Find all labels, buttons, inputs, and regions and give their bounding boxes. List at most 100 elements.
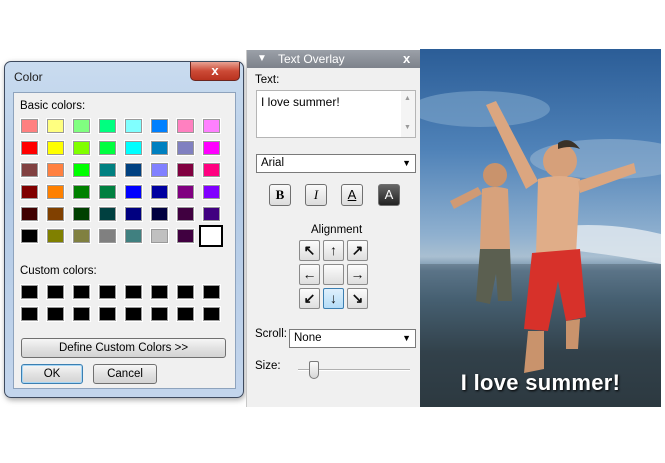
ok-button[interactable]: OK bbox=[21, 364, 83, 384]
custom-color-swatch-0-0[interactable] bbox=[20, 284, 39, 300]
basic-color-swatch-5-3[interactable] bbox=[98, 228, 117, 244]
scroll-select-value: None bbox=[294, 332, 322, 344]
align-bottom-right-button[interactable]: ↘ bbox=[347, 288, 368, 309]
align-middle-center-button[interactable] bbox=[323, 264, 344, 285]
basic-color-swatch-3-2[interactable] bbox=[72, 184, 91, 200]
custom-color-swatch-0-3[interactable] bbox=[98, 284, 117, 300]
basic-color-swatch-4-5[interactable] bbox=[150, 206, 169, 222]
basic-color-swatch-3-7[interactable] bbox=[202, 184, 221, 200]
custom-color-swatch-0-2[interactable] bbox=[72, 284, 91, 300]
basic-color-swatch-3-0[interactable] bbox=[20, 184, 39, 200]
basic-color-swatch-4-2[interactable] bbox=[72, 206, 91, 222]
basic-color-swatch-2-1[interactable] bbox=[46, 162, 65, 178]
bold-button[interactable]: B bbox=[269, 184, 291, 206]
font-select[interactable]: Arial ▼ bbox=[256, 154, 416, 173]
align-top-center-button[interactable]: ↑ bbox=[323, 240, 344, 261]
basic-color-swatch-2-4[interactable] bbox=[124, 162, 143, 178]
basic-color-swatch-0-2[interactable] bbox=[72, 118, 91, 134]
text-color-button[interactable]: A bbox=[341, 184, 363, 206]
basic-color-swatch-0-7[interactable] bbox=[202, 118, 221, 134]
basic-color-swatch-5-1[interactable] bbox=[46, 228, 65, 244]
custom-color-swatch-0-1[interactable] bbox=[46, 284, 65, 300]
basic-color-swatch-0-4[interactable] bbox=[124, 118, 143, 134]
text-overlay-panel: ▼ Text Overlay x Text: I love summer! ▲ … bbox=[246, 50, 421, 407]
chevron-down-icon: ▼ bbox=[402, 158, 411, 168]
basic-color-swatch-1-5[interactable] bbox=[150, 140, 169, 156]
scroll-down-icon[interactable]: ▼ bbox=[404, 124, 411, 131]
basic-color-swatch-5-6[interactable] bbox=[176, 228, 195, 244]
basic-color-swatch-5-2[interactable] bbox=[72, 228, 91, 244]
define-custom-colors-button[interactable]: Define Custom Colors >> bbox=[21, 338, 226, 358]
basic-color-swatch-3-3[interactable] bbox=[98, 184, 117, 200]
custom-color-swatch-1-2[interactable] bbox=[72, 306, 91, 322]
basic-color-swatch-5-7[interactable] bbox=[199, 225, 223, 247]
custom-color-swatch-1-3[interactable] bbox=[98, 306, 117, 322]
basic-color-swatch-0-3[interactable] bbox=[98, 118, 117, 134]
font-select-value: Arial bbox=[261, 157, 285, 169]
color-dialog: Color x Basic colors: Custom colors: Def… bbox=[4, 61, 244, 398]
custom-color-swatch-0-4[interactable] bbox=[124, 284, 143, 300]
custom-color-swatch-0-5[interactable] bbox=[150, 284, 169, 300]
basic-color-swatch-1-3[interactable] bbox=[98, 140, 117, 156]
basic-color-swatch-1-4[interactable] bbox=[124, 140, 143, 156]
basic-color-swatch-5-5[interactable] bbox=[150, 228, 169, 244]
basic-color-swatch-0-6[interactable] bbox=[176, 118, 195, 134]
basic-color-swatch-4-3[interactable] bbox=[98, 206, 117, 222]
custom-color-swatch-1-6[interactable] bbox=[176, 306, 195, 322]
basic-color-swatch-2-3[interactable] bbox=[98, 162, 117, 178]
basic-color-swatch-3-6[interactable] bbox=[176, 184, 195, 200]
basic-color-swatch-1-6[interactable] bbox=[176, 140, 195, 156]
basic-color-swatch-4-4[interactable] bbox=[124, 206, 143, 222]
basic-color-swatch-0-5[interactable] bbox=[150, 118, 169, 134]
basic-color-swatch-5-0[interactable] bbox=[20, 228, 39, 244]
basic-color-swatch-1-2[interactable] bbox=[72, 140, 91, 156]
basic-color-swatch-5-4[interactable] bbox=[124, 228, 143, 244]
collapse-icon[interactable]: ▼ bbox=[257, 53, 267, 64]
basic-color-swatch-4-6[interactable] bbox=[176, 206, 195, 222]
custom-color-swatch-0-7[interactable] bbox=[202, 284, 221, 300]
basic-colors-label: Basic colors: bbox=[20, 100, 86, 112]
text-scrollbar[interactable]: ▲ ▼ bbox=[401, 91, 415, 137]
basic-color-swatch-1-0[interactable] bbox=[20, 140, 39, 156]
align-bottom-center-button[interactable]: ↓ bbox=[323, 288, 344, 309]
custom-color-swatch-1-4[interactable] bbox=[124, 306, 143, 322]
align-middle-left-button[interactable]: ← bbox=[299, 264, 320, 285]
align-bottom-left-button[interactable]: ↙ bbox=[299, 288, 320, 309]
close-button[interactable]: x bbox=[190, 62, 240, 81]
scroll-up-icon[interactable]: ▲ bbox=[404, 95, 411, 102]
cancel-button[interactable]: Cancel bbox=[93, 364, 157, 384]
align-top-left-button[interactable]: ↖ bbox=[299, 240, 320, 261]
basic-color-swatch-2-0[interactable] bbox=[20, 162, 39, 178]
custom-color-swatch-0-6[interactable] bbox=[176, 284, 195, 300]
align-top-right-button[interactable]: ↗ bbox=[347, 240, 368, 261]
basic-color-swatch-2-7[interactable] bbox=[202, 162, 221, 178]
basic-color-swatch-4-7[interactable] bbox=[202, 206, 221, 222]
basic-color-swatch-1-1[interactable] bbox=[46, 140, 65, 156]
basic-color-swatch-2-2[interactable] bbox=[72, 162, 91, 178]
italic-button[interactable]: I bbox=[305, 184, 327, 206]
custom-color-swatch-1-1[interactable] bbox=[46, 306, 65, 322]
outline-button[interactable]: A bbox=[378, 184, 400, 206]
overlay-text-input[interactable]: I love summer! ▲ ▼ bbox=[256, 90, 416, 138]
basic-color-swatch-2-5[interactable] bbox=[150, 162, 169, 178]
size-slider-thumb[interactable] bbox=[309, 361, 319, 379]
align-middle-right-button[interactable]: → bbox=[347, 264, 368, 285]
basic-color-swatch-3-4[interactable] bbox=[124, 184, 143, 200]
basic-color-swatch-1-7[interactable] bbox=[202, 140, 221, 156]
basic-color-swatch-4-0[interactable] bbox=[20, 206, 39, 222]
basic-color-swatch-2-6[interactable] bbox=[176, 162, 195, 178]
color-dialog-title: Color bbox=[14, 70, 43, 84]
panel-title-bar: ▼ Text Overlay x bbox=[247, 50, 421, 68]
panel-close-button[interactable]: x bbox=[403, 51, 410, 66]
basic-color-swatch-0-1[interactable] bbox=[46, 118, 65, 134]
text-label: Text: bbox=[255, 74, 280, 86]
basic-color-swatch-3-5[interactable] bbox=[150, 184, 169, 200]
custom-color-swatch-1-7[interactable] bbox=[202, 306, 221, 322]
custom-color-swatch-1-5[interactable] bbox=[150, 306, 169, 322]
scroll-select[interactable]: None ▼ bbox=[289, 329, 416, 348]
basic-color-swatch-4-1[interactable] bbox=[46, 206, 65, 222]
color-dialog-body: Basic colors: Custom colors: Define Cust… bbox=[13, 92, 236, 389]
custom-color-swatch-1-0[interactable] bbox=[20, 306, 39, 322]
basic-color-swatch-3-1[interactable] bbox=[46, 184, 65, 200]
basic-color-swatch-0-0[interactable] bbox=[20, 118, 39, 134]
